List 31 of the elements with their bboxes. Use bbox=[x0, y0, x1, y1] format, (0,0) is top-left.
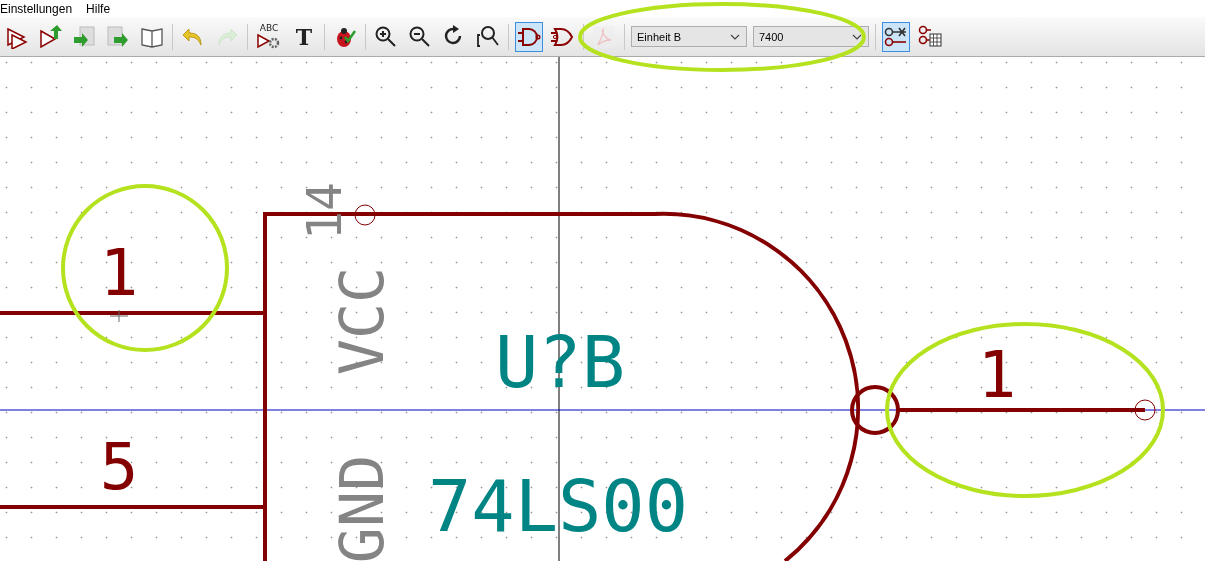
zoom-fit-icon bbox=[476, 24, 500, 49]
toolbar-button[interactable] bbox=[515, 21, 543, 52]
pin-number: 1 bbox=[977, 338, 1017, 412]
page-arrow-icon bbox=[106, 24, 130, 49]
toolbar-button[interactable]: ABC bbox=[254, 21, 284, 52]
pin-end-circle bbox=[1134, 399, 1156, 421]
dropdown[interactable]: Einheit B bbox=[631, 26, 747, 47]
zoom-out-icon bbox=[408, 24, 432, 49]
pin-name: VCC bbox=[327, 266, 397, 376]
pin-number: 5 bbox=[99, 430, 139, 504]
zoom-in-icon bbox=[374, 24, 398, 49]
amplifier-arrow-icon bbox=[38, 24, 62, 49]
amplifier-gear-icon bbox=[257, 33, 281, 49]
pin-name: GND bbox=[327, 454, 397, 561]
caret-icon bbox=[852, 33, 862, 40]
schematic-canvas[interactable]: 14 1 VCC U?B 1 5 GND 74LS00 bbox=[0, 57, 1205, 561]
pin-end-circle bbox=[354, 204, 376, 226]
menu-item[interactable]: Einstellungen bbox=[0, 1, 73, 16]
inverter-bubble bbox=[850, 385, 900, 435]
page-arrow-icon bbox=[72, 24, 96, 49]
value-label: 74LS00 bbox=[427, 464, 689, 548]
toolbar-button[interactable] bbox=[882, 21, 910, 52]
crosshair-cursor-icon bbox=[109, 309, 129, 323]
menu-item[interactable]: Hilfe bbox=[86, 1, 111, 16]
pin-table-icon bbox=[918, 24, 942, 49]
pin-number: 14 bbox=[296, 182, 352, 240]
pin-number: 1 bbox=[99, 236, 139, 310]
reference-label: U?B bbox=[495, 320, 625, 404]
dropdown[interactable]: 7400 bbox=[753, 26, 869, 47]
toolbar-button[interactable]: T bbox=[290, 21, 318, 52]
caret-icon bbox=[730, 33, 740, 40]
